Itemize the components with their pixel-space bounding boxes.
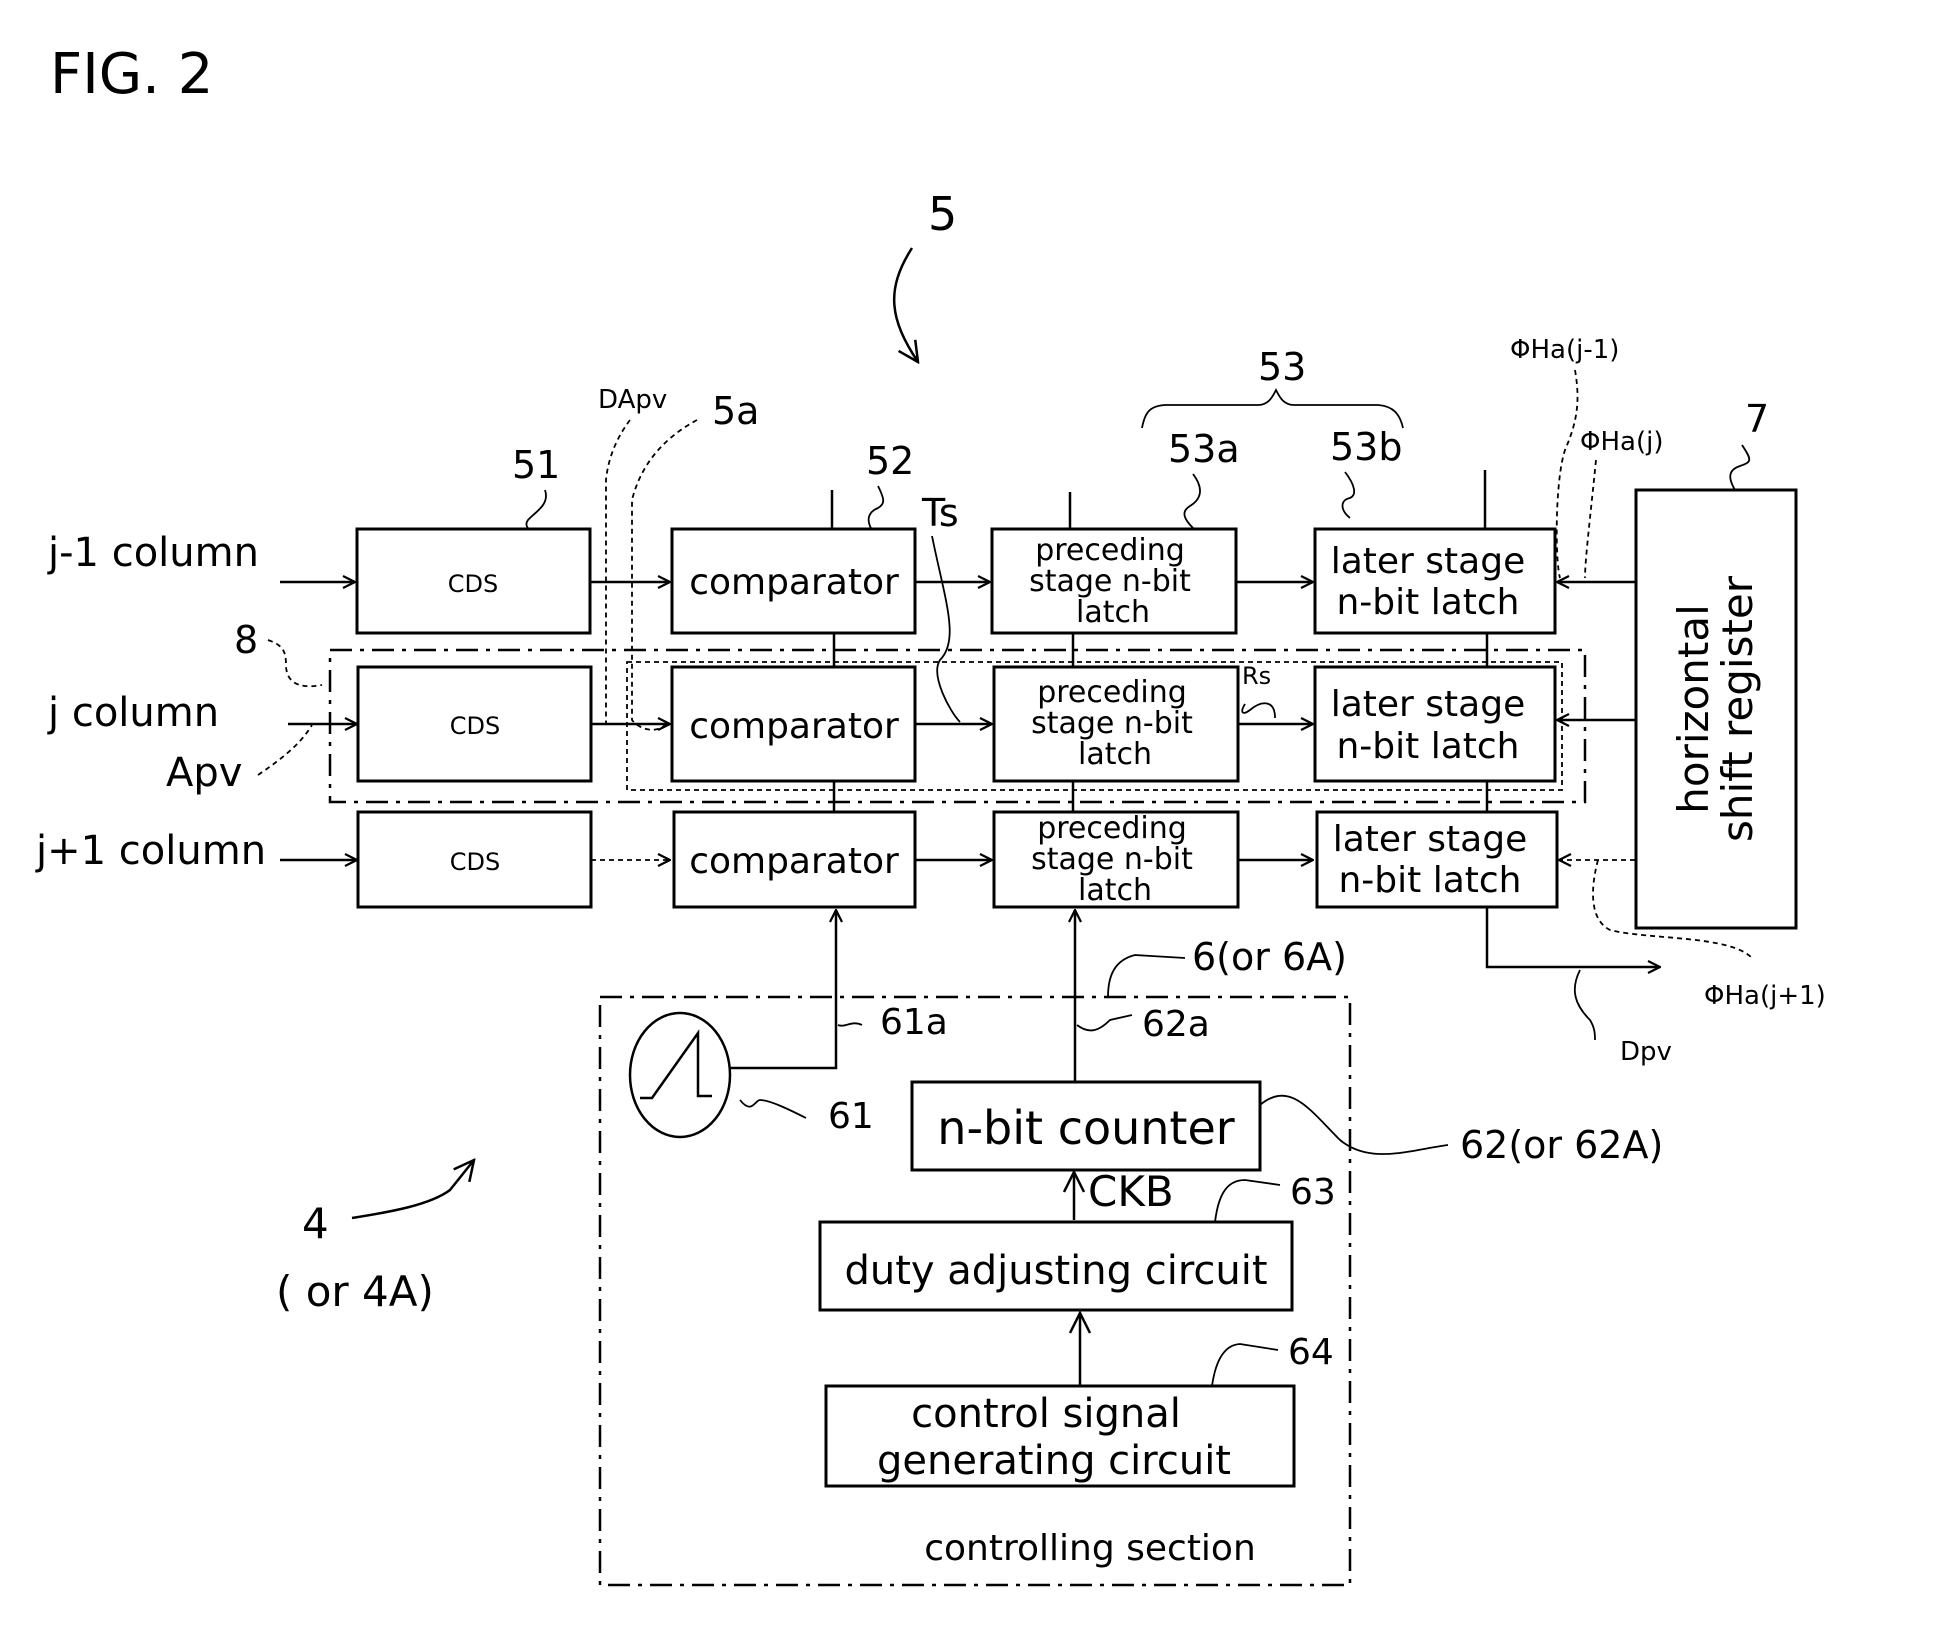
ref-62a: 62a xyxy=(1142,1004,1210,1045)
ramp-to-comparator-line xyxy=(730,910,836,1070)
ref-4-arrow xyxy=(351,1160,474,1220)
ref-63-leader xyxy=(1214,1179,1281,1223)
ref-63: 63 xyxy=(1290,1172,1336,1213)
n-bit-counter-label: n-bit counter xyxy=(937,1101,1234,1155)
signal-rs: Rs xyxy=(1242,662,1271,690)
signal-dpv: Dpv xyxy=(1620,1037,1672,1067)
ref-51: 51 xyxy=(512,443,560,487)
dpv-output-arrow xyxy=(1485,907,1660,967)
preceding-latch-line3: latch xyxy=(1078,737,1152,772)
ref-4a: ( or 4A) xyxy=(276,1267,434,1316)
ref-64: 64 xyxy=(1288,1332,1334,1373)
later-latch-line2: n-bit latch xyxy=(1338,860,1521,901)
signal-apv-leader xyxy=(257,724,313,776)
ref-8-leader xyxy=(267,639,323,688)
row-j-minus-1: j-1 column CDS comparator preceding stag… xyxy=(47,470,1635,635)
signal-ha-j: ΦHa(j) xyxy=(1580,427,1663,457)
shift-register-line2: shift register xyxy=(1713,575,1762,842)
signal-ckb: CKB xyxy=(1088,1167,1174,1216)
cds-label: CDS xyxy=(450,712,500,740)
signal-dapv: DApv xyxy=(598,385,667,415)
ref-53: 53 xyxy=(1258,345,1306,389)
ref-61a: 61a xyxy=(880,1002,948,1043)
cds-label: CDS xyxy=(450,848,500,876)
signal-rs-leader xyxy=(1241,702,1276,719)
ref-64-leader xyxy=(1211,1343,1279,1387)
signal-ha-jp1: ΦHa(j+1) xyxy=(1704,981,1826,1011)
signal-ha-jm1: ΦHa(j-1) xyxy=(1510,335,1619,365)
preceding-latch-line1: preceding xyxy=(1037,675,1187,710)
control-signal-line1: control signal xyxy=(911,1391,1181,1437)
ref-5-arrow xyxy=(893,247,918,362)
ref-61a-leader xyxy=(837,1022,863,1027)
ref-53b: 53b xyxy=(1330,425,1402,469)
ref-5a: 5a xyxy=(712,389,759,433)
ref-6: 6(or 6A) xyxy=(1192,935,1347,979)
preceding-latch-line3: latch xyxy=(1076,595,1150,630)
row-j: j column CDS comparator preceding stage … xyxy=(47,662,1635,796)
duty-adjusting-circuit-label: duty adjusting circuit xyxy=(844,1248,1267,1294)
ref-62a-leader xyxy=(1076,1014,1133,1032)
ref-62: 62(or 62A) xyxy=(1460,1123,1663,1167)
preceding-latch-line1: preceding xyxy=(1037,811,1187,846)
signal-dpv-leader xyxy=(1573,969,1596,1041)
signal-ts: Ts xyxy=(921,491,959,535)
later-latch-line1: later stage xyxy=(1331,541,1526,582)
column-label: j column xyxy=(47,690,219,736)
ramp-generator[interactable] xyxy=(628,1011,732,1139)
cds-label: CDS xyxy=(448,570,498,598)
preceding-latch-line2: stage n-bit xyxy=(1031,706,1193,741)
ref-52: 52 xyxy=(866,439,914,483)
preceding-latch-line1: preceding xyxy=(1035,533,1185,568)
later-latch-line2: n-bit latch xyxy=(1336,582,1519,623)
shift-register-label: horizontal shift register xyxy=(1669,575,1762,842)
control-signal-line2: generating circuit xyxy=(877,1438,1231,1484)
ref-53a: 53a xyxy=(1168,427,1240,471)
signal-ts-leader xyxy=(931,535,961,723)
ref-53a-leader xyxy=(1183,473,1201,529)
signal-ha-jm1-leader xyxy=(1555,369,1579,579)
later-latch-line1: later stage xyxy=(1331,684,1526,725)
ref-7-leader xyxy=(1729,444,1751,491)
comparator-label: comparator xyxy=(689,562,899,603)
comparator-label: comparator xyxy=(689,841,899,882)
shift-register-line1: horizontal xyxy=(1669,604,1718,814)
row-j-plus-1: j+1 column CDS comparator preceding stag… xyxy=(35,810,1635,909)
signal-ha-j-leader xyxy=(1584,459,1597,579)
figure-title: FIG. 2 xyxy=(50,42,213,107)
ref-6-leader xyxy=(1107,954,1186,998)
comparator-label: comparator xyxy=(689,706,899,747)
signal-apv: Apv xyxy=(166,750,242,796)
column-label: j-1 column xyxy=(47,530,259,576)
ref-53b-leader xyxy=(1341,471,1356,519)
ref-62-leader xyxy=(1259,1094,1449,1155)
ref-7: 7 xyxy=(1745,397,1769,441)
column-label: j+1 column xyxy=(35,828,266,874)
preceding-latch-line2: stage n-bit xyxy=(1031,842,1193,877)
ref-61: 61 xyxy=(828,1096,874,1137)
ref-53-brace xyxy=(1141,387,1404,429)
ref-4: 4 xyxy=(302,1199,329,1248)
preceding-latch-line2: stage n-bit xyxy=(1029,564,1191,599)
ref-61-leader xyxy=(739,1099,807,1119)
diagram-canvas: FIG. 2 5 53 51 52 5a DApv Ts 53a 53b ΦHa… xyxy=(35,42,1826,1587)
ref-52-leader xyxy=(867,485,885,531)
preceding-latch-line3: latch xyxy=(1078,873,1152,908)
later-latch-line1: later stage xyxy=(1333,819,1528,860)
ref-5: 5 xyxy=(928,187,957,241)
ref-8: 8 xyxy=(234,618,258,662)
later-latch-line2: n-bit latch xyxy=(1336,726,1519,767)
controlling-section-label: controlling section xyxy=(924,1528,1256,1569)
